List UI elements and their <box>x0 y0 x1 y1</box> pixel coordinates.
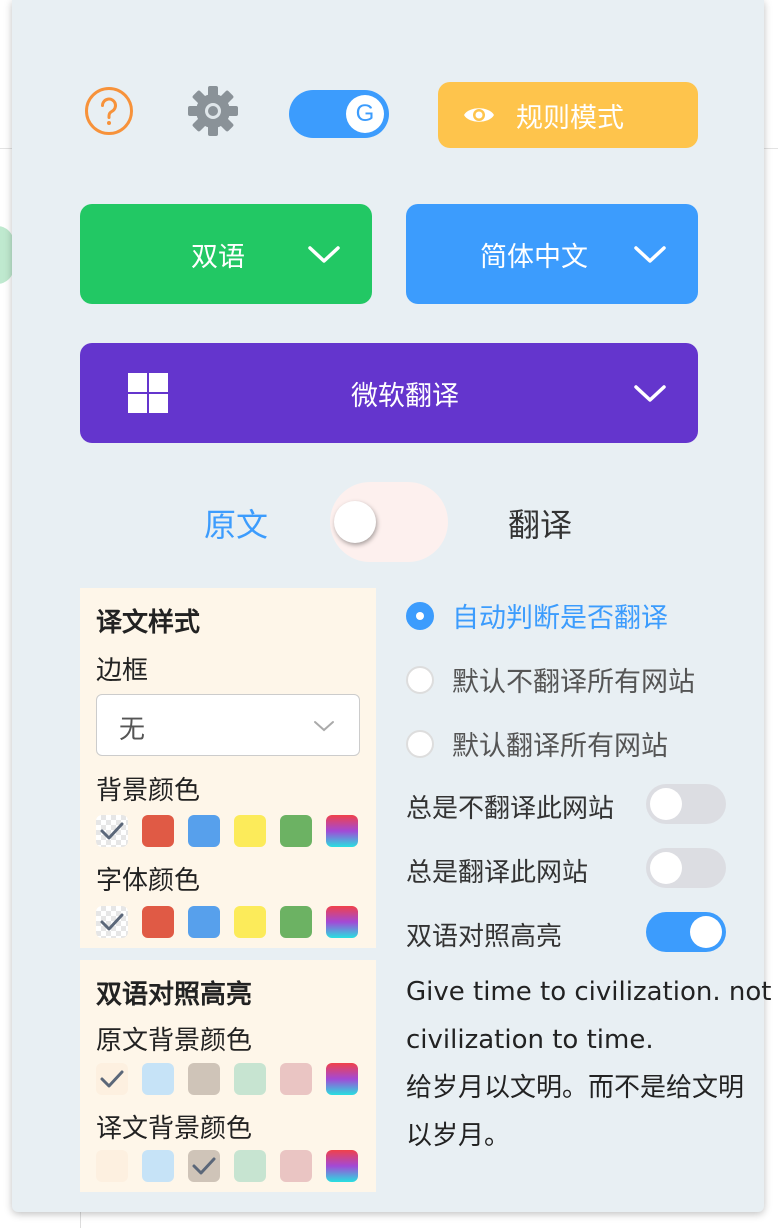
radio-button[interactable] <box>406 729 434 758</box>
color-picker-swatch[interactable] <box>326 1063 358 1095</box>
original-text-label[interactable]: 原文 <box>204 500 268 546</box>
radio-label: 默认不翻译所有网站 <box>452 667 695 698</box>
color-swatch-cream[interactable] <box>96 1150 128 1182</box>
windows-logo-icon <box>128 373 168 413</box>
always-translate-site-label: 总是翻译此网站 <box>406 858 589 888</box>
border-label: 边框 <box>96 656 149 686</box>
color-swatch-red[interactable] <box>142 815 174 847</box>
border-select[interactable]: 无 <box>96 694 360 756</box>
color-swatch-yellow[interactable] <box>234 815 266 847</box>
color-swatch-mint[interactable] <box>234 1150 266 1182</box>
checkmark-icon <box>100 822 124 840</box>
original-bg-color-label: 原文背景颜色 <box>96 1026 253 1056</box>
toggle-knob <box>650 852 682 884</box>
eye-icon <box>464 108 494 122</box>
help-icon[interactable] <box>84 86 134 136</box>
rule-mode-button[interactable]: 规则模式 <box>438 82 698 148</box>
checkmark-icon <box>192 1157 216 1175</box>
color-swatch-blue[interactable] <box>188 815 220 847</box>
quote-line: Give time to civilization. not <box>406 977 772 1007</box>
color-swatch-yellow[interactable] <box>234 906 266 938</box>
radio-default-translate-all[interactable]: 默认翻译所有网站 <box>406 724 668 763</box>
radio-default-no-translate[interactable]: 默认不翻译所有网站 <box>406 660 695 699</box>
color-swatch-blue[interactable] <box>188 906 220 938</box>
gear-icon[interactable] <box>187 85 239 137</box>
translator-popup: G 规则模式 双语 简体中文 微软翻译 原文 翻译 译文样式 边框 无 背景颜色… <box>12 0 772 1212</box>
engine-label: 微软翻译 <box>351 380 459 412</box>
color-picker-swatch[interactable] <box>326 906 358 938</box>
color-swatch-none[interactable] <box>96 815 128 847</box>
chevron-down-icon <box>314 721 334 732</box>
radio-label: 自动判断是否翻译 <box>452 603 668 634</box>
color-swatch-cream[interactable] <box>96 1063 128 1095</box>
mode-dropdown-label: 双语 <box>191 241 245 273</box>
color-picker-swatch[interactable] <box>326 1150 358 1182</box>
color-picker-swatch[interactable] <box>326 815 358 847</box>
radio-button[interactable] <box>406 601 434 630</box>
chevron-down-icon <box>308 246 340 263</box>
color-swatch-taupe[interactable] <box>188 1063 220 1095</box>
color-swatch-light-blue[interactable] <box>142 1063 174 1095</box>
color-swatch-red[interactable] <box>142 906 174 938</box>
never-translate-site-label: 总是不翻译此网站 <box>406 794 615 824</box>
target-language-dropdown[interactable]: 简体中文 <box>406 204 698 304</box>
target-language-label: 简体中文 <box>480 241 588 273</box>
color-swatch-mint[interactable] <box>234 1063 266 1095</box>
bilingual-highlight-panel: 双语对照高亮 原文背景颜色 译文背景颜色 <box>80 960 376 1192</box>
never-translate-site-toggle[interactable] <box>646 784 726 824</box>
checkmark-icon <box>100 1070 124 1088</box>
toggle-knob <box>690 916 722 948</box>
color-swatch-green[interactable] <box>280 906 312 938</box>
border-select-value: 无 <box>119 715 146 745</box>
quote-line: 给岁月以文明。而不是给文明 <box>406 1073 745 1103</box>
mode-dropdown[interactable]: 双语 <box>80 204 372 304</box>
bilingual-highlight-label: 双语对照高亮 <box>406 922 563 952</box>
google-g-icon: G <box>346 95 384 133</box>
translation-style-panel: 译文样式 边框 无 背景颜色 字体颜色 <box>80 588 376 948</box>
style-panel-title: 译文样式 <box>96 608 201 638</box>
chevron-down-icon <box>634 385 666 402</box>
color-swatch-none[interactable] <box>96 906 128 938</box>
always-translate-site-toggle[interactable] <box>646 848 726 888</box>
google-translate-toggle[interactable]: G <box>289 90 389 138</box>
highlight-panel-title: 双语对照高亮 <box>96 980 253 1010</box>
color-swatch-taupe[interactable] <box>188 1150 220 1182</box>
rule-mode-label: 规则模式 <box>516 102 624 134</box>
font-color-label: 字体颜色 <box>96 866 201 896</box>
translation-engine-dropdown[interactable]: 微软翻译 <box>80 343 698 443</box>
radio-button[interactable] <box>406 665 434 694</box>
color-swatch-pink[interactable] <box>280 1063 312 1095</box>
daily-quote: Give time to civilization. not civilizat… <box>406 968 772 1160</box>
background-color-label: 背景颜色 <box>96 776 201 806</box>
translation-bg-color-label: 译文背景颜色 <box>96 1114 253 1144</box>
radio-label: 默认翻译所有网站 <box>452 731 668 762</box>
quote-line: 以岁月。 <box>406 1121 511 1151</box>
toggle-knob <box>650 788 682 820</box>
quote-line: civilization to time. <box>406 1025 654 1055</box>
translation-label[interactable]: 翻译 <box>508 500 572 546</box>
radio-auto-detect[interactable]: 自动判断是否翻译 <box>406 596 668 635</box>
bilingual-highlight-toggle[interactable] <box>646 912 726 952</box>
chevron-down-icon <box>634 246 666 263</box>
checkmark-icon <box>100 913 124 931</box>
switch-knob <box>334 501 376 543</box>
color-swatch-pink[interactable] <box>280 1150 312 1182</box>
color-swatch-green[interactable] <box>280 815 312 847</box>
original-translation-switch[interactable] <box>330 482 448 562</box>
color-swatch-light-blue[interactable] <box>142 1150 174 1182</box>
